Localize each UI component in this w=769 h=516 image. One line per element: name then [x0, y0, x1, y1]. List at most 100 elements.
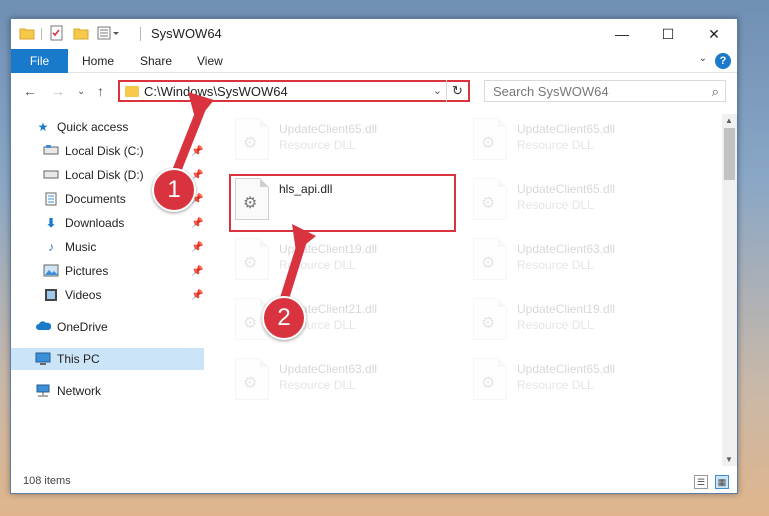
- sidebar-item-label: Documents: [65, 192, 126, 206]
- search-icon[interactable]: ⌕: [712, 84, 719, 100]
- file-name: UpdateClient65.dll: [517, 362, 616, 376]
- gear-icon: ⚙: [481, 135, 496, 152]
- refresh-icon[interactable]: ↻: [446, 80, 468, 102]
- file-item[interactable]: ⚙ UpdateClient65.dll Resource DLL: [231, 116, 451, 166]
- tab-view[interactable]: View: [197, 49, 223, 73]
- chevron-down-icon[interactable]: ⌄: [433, 84, 442, 97]
- details-view-icon[interactable]: ☰: [694, 475, 708, 489]
- pictures-icon: [43, 264, 59, 278]
- sidebar-item-music[interactable]: ♪ Music 📌: [11, 236, 204, 258]
- file-description: Resource DLL: [517, 378, 594, 392]
- close-button[interactable]: ✕: [691, 19, 737, 49]
- file-item[interactable]: ⚙ UpdateClient19.dll Resource DLL: [469, 296, 689, 346]
- search-placeholder: Search SysWOW64: [493, 84, 609, 99]
- pin-icon[interactable]: 📌: [191, 266, 203, 277]
- pin-icon[interactable]: 📌: [191, 290, 203, 301]
- properties-icon[interactable]: [49, 25, 65, 43]
- sidebar-item-label: Downloads: [65, 216, 125, 230]
- sidebar-item-label: Videos: [65, 288, 102, 302]
- new-folder-icon[interactable]: [73, 25, 89, 43]
- sidebar-item-label: Pictures: [65, 264, 109, 278]
- network-icon: [35, 384, 51, 398]
- large-icons-view-icon[interactable]: ▦: [715, 475, 729, 489]
- videos-icon: [43, 288, 59, 302]
- sidebar-item-label: Local Disk (D:): [65, 168, 144, 182]
- recent-locations-icon[interactable]: ⌄: [77, 86, 85, 97]
- folder-icon[interactable]: [19, 25, 35, 43]
- tab-share[interactable]: Share: [140, 49, 172, 73]
- sidebar-item-local-disk-c[interactable]: Local Disk (C:) 📌: [11, 140, 204, 162]
- pin-icon[interactable]: 📌: [191, 218, 203, 229]
- file-icon: ⚙: [473, 298, 507, 340]
- file-name: UpdateClient65.dll: [279, 122, 378, 136]
- tab-home[interactable]: Home: [82, 49, 114, 73]
- file-icon: ⚙: [473, 358, 507, 400]
- file-item[interactable]: ⚙ UpdateClient65.dll Resource DLL: [469, 176, 689, 226]
- file-description: Resource DLL: [279, 138, 356, 152]
- computer-icon: [35, 352, 51, 366]
- maximize-button[interactable]: ☐: [645, 19, 691, 49]
- download-icon: ⬇: [45, 216, 57, 230]
- sidebar-item-label: Music: [65, 240, 97, 254]
- file-icon: ⚙: [473, 238, 507, 280]
- gear-icon: ⚙: [481, 195, 496, 212]
- file-item[interactable]: ⚙ UpdateClient65.dll Resource DLL: [469, 356, 689, 406]
- sidebar-item-quick-access[interactable]: ★ Quick access: [11, 116, 204, 138]
- gear-icon: ⚙: [481, 375, 496, 392]
- gear-icon: ⚙: [243, 135, 258, 152]
- pin-icon[interactable]: 📌: [191, 242, 203, 253]
- file-item[interactable]: ⚙ UpdateClient63.dll Resource DLL: [469, 236, 689, 286]
- file-description: Resource DLL: [279, 258, 356, 272]
- file-list: ⚙ UpdateClient65.dll Resource DLL ⚙ hls_…: [207, 114, 721, 466]
- sidebar-item-videos[interactable]: Videos 📌: [11, 284, 204, 306]
- sidebar-item-onedrive[interactable]: OneDrive: [11, 316, 204, 338]
- file-icon: ⚙: [235, 118, 269, 160]
- file-description: Resource DLL: [517, 138, 594, 152]
- file-item[interactable]: ⚙ UpdateClient19.dll Resource DLL: [231, 236, 451, 286]
- sidebar-item-label: Local Disk (C:): [65, 144, 144, 158]
- search-input[interactable]: Search SysWOW64 ⌕: [484, 80, 726, 102]
- file-name: UpdateClient63.dll: [517, 242, 616, 256]
- tab-file[interactable]: File: [11, 49, 68, 73]
- file-description: Resource DLL: [517, 258, 594, 272]
- file-item[interactable]: ⚙ UpdateClient63.dll Resource DLL: [231, 356, 451, 406]
- sidebar-item-label: Quick access: [57, 120, 129, 134]
- file-icon: ⚙: [235, 358, 269, 400]
- scroll-down-icon[interactable]: ▼: [725, 455, 733, 464]
- customize-icon[interactable]: [97, 25, 121, 43]
- file-name: UpdateClient19.dll: [517, 302, 616, 316]
- address-path: C:\Windows\SysWOW64: [144, 84, 288, 99]
- sidebar-item-label: Network: [57, 384, 102, 398]
- gear-icon: ⚙: [243, 375, 258, 392]
- help-button[interactable]: ?: [715, 53, 731, 69]
- window-title: SysWOW64: [151, 26, 222, 41]
- sidebar-item-label: This PC: [57, 352, 100, 366]
- scroll-up-icon[interactable]: ▲: [725, 116, 733, 125]
- file-icon: ⚙: [235, 238, 269, 280]
- file-highlight-box: [229, 174, 456, 232]
- file-name: UpdateClient19.dll: [279, 242, 378, 256]
- file-item[interactable]: ⚙ UpdateClient65.dll Resource DLL: [469, 116, 689, 166]
- pin-icon[interactable]: 📌: [191, 146, 203, 157]
- sidebar-item-this-pc[interactable]: This PC: [11, 348, 204, 370]
- minimize-button[interactable]: —: [599, 19, 645, 49]
- vertical-scrollbar[interactable]: ▲ ▼: [722, 114, 737, 466]
- file-icon: ⚙: [473, 118, 507, 160]
- sidebar-item-label: OneDrive: [57, 320, 108, 334]
- cloud-icon: [35, 320, 52, 334]
- gear-icon: ⚙: [481, 255, 496, 272]
- expand-ribbon-icon[interactable]: ⌄: [699, 53, 707, 64]
- sidebar-item-downloads[interactable]: ⬇ Downloads 📌: [11, 212, 204, 234]
- folder-icon: [125, 86, 139, 97]
- scrollbar-thumb[interactable]: [724, 128, 735, 180]
- sidebar-item-network[interactable]: Network: [11, 380, 204, 402]
- back-arrow-icon[interactable]: ←: [23, 83, 37, 99]
- sidebar-item-pictures[interactable]: Pictures 📌: [11, 260, 204, 282]
- drive-icon: [43, 144, 59, 158]
- file-icon: ⚙: [473, 178, 507, 220]
- up-arrow-icon[interactable]: ↑: [97, 83, 104, 99]
- ribbon-tabs: File Home Share View ⌄ ?: [11, 49, 737, 73]
- forward-arrow-icon[interactable]: →: [51, 83, 65, 99]
- address-bar[interactable]: C:\Windows\SysWOW64 ⌄ ↻: [118, 80, 470, 102]
- toolbar-divider: [41, 28, 42, 40]
